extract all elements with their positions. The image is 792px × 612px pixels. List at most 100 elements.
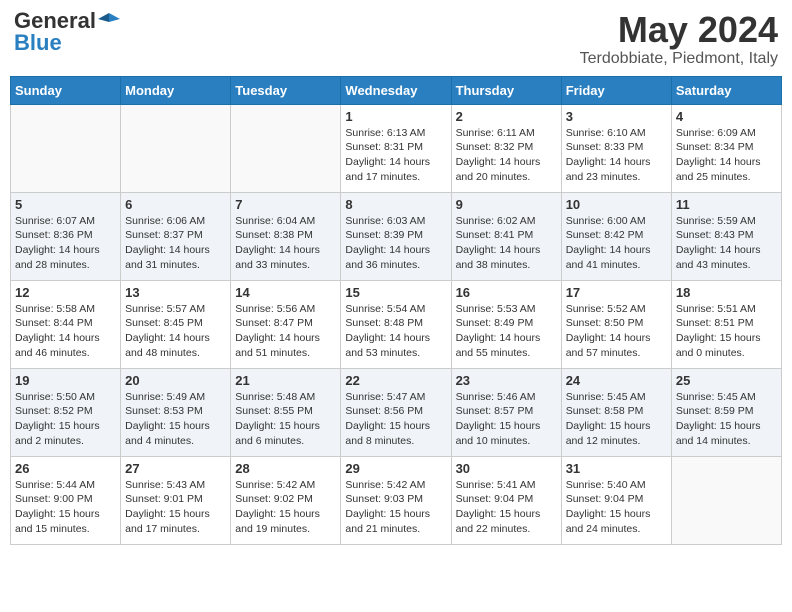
cell-info: Sunrise: 6:04 AM Sunset: 8:38 PM Dayligh… xyxy=(235,214,336,273)
weekday-header: Sunday xyxy=(11,76,121,104)
calendar-cell: 28Sunrise: 5:42 AM Sunset: 9:02 PM Dayli… xyxy=(231,456,341,544)
calendar-cell: 31Sunrise: 5:40 AM Sunset: 9:04 PM Dayli… xyxy=(561,456,671,544)
calendar-cell: 15Sunrise: 5:54 AM Sunset: 8:48 PM Dayli… xyxy=(341,280,451,368)
cell-info: Sunrise: 5:41 AM Sunset: 9:04 PM Dayligh… xyxy=(456,478,557,537)
calendar-week-row: 5Sunrise: 6:07 AM Sunset: 8:36 PM Daylig… xyxy=(11,192,782,280)
cell-info: Sunrise: 5:57 AM Sunset: 8:45 PM Dayligh… xyxy=(125,302,226,361)
page-header: General Blue May 2024 Terdobbiate, Piedm… xyxy=(10,10,782,68)
cell-info: Sunrise: 5:44 AM Sunset: 9:00 PM Dayligh… xyxy=(15,478,116,537)
calendar-cell xyxy=(671,456,781,544)
cell-info: Sunrise: 5:56 AM Sunset: 8:47 PM Dayligh… xyxy=(235,302,336,361)
cell-info: Sunrise: 5:42 AM Sunset: 9:02 PM Dayligh… xyxy=(235,478,336,537)
day-number: 9 xyxy=(456,197,557,212)
day-number: 12 xyxy=(15,285,116,300)
day-number: 4 xyxy=(676,109,777,124)
day-number: 16 xyxy=(456,285,557,300)
calendar-week-row: 1 Sunrise: 6:13 AM Sunset: 8:31 PM Daylig… xyxy=(11,104,782,192)
cell-info: Sunrise: 6:06 AM Sunset: 8:37 PM Dayligh… xyxy=(125,214,226,273)
calendar-cell: 21 Sunrise: 5:48 AM Sunset: 8:55 PM Dayli… xyxy=(231,368,341,456)
cell-info: Sunrise: 5:49 AM Sunset: 8:53 PM Dayligh… xyxy=(125,390,226,449)
cell-info: Sunrise: 6:00 AM Sunset: 8:42 PM Dayligh… xyxy=(566,214,667,273)
calendar-cell: 22Sunrise: 5:47 AM Sunset: 8:56 PM Dayli… xyxy=(341,368,451,456)
calendar-cell: 23Sunrise: 5:46 AM Sunset: 8:57 PM Dayli… xyxy=(451,368,561,456)
calendar-cell: 27 Sunrise: 5:43 AM Sunset: 9:01 PM Dayli… xyxy=(121,456,231,544)
cell-info: Sunrise: 6:07 AM Sunset: 8:36 PM Dayligh… xyxy=(15,214,116,273)
calendar-cell: 11 Sunrise: 5:59 AM Sunset: 8:43 PM Dayli… xyxy=(671,192,781,280)
cell-info: Sunrise: 6:03 AM Sunset: 8:39 PM Dayligh… xyxy=(345,214,446,273)
day-number: 22 xyxy=(345,373,446,388)
cell-info: Sunrise: 5:48 AM Sunset: 8:55 PM Dayligh… xyxy=(235,390,336,449)
calendar-cell: 1 Sunrise: 6:13 AM Sunset: 8:31 PM Daylig… xyxy=(341,104,451,192)
calendar-cell: 25 Sunrise: 5:45 AM Sunset: 8:59 PM Dayli… xyxy=(671,368,781,456)
calendar-cell: 20 Sunrise: 5:49 AM Sunset: 8:53 PM Dayli… xyxy=(121,368,231,456)
calendar-cell: 3 Sunrise: 6:10 AM Sunset: 8:33 PM Daylig… xyxy=(561,104,671,192)
calendar-cell: 14 Sunrise: 5:56 AM Sunset: 8:47 PM Dayli… xyxy=(231,280,341,368)
day-number: 18 xyxy=(676,285,777,300)
cell-info: Sunrise: 6:09 AM Sunset: 8:34 PM Dayligh… xyxy=(676,126,777,185)
day-number: 14 xyxy=(235,285,336,300)
day-number: 26 xyxy=(15,461,116,476)
logo: General Blue xyxy=(14,10,120,54)
cell-info: Sunrise: 6:10 AM Sunset: 8:33 PM Dayligh… xyxy=(566,126,667,185)
calendar-cell: 26 Sunrise: 5:44 AM Sunset: 9:00 PM Dayli… xyxy=(11,456,121,544)
calendar-cell: 4 Sunrise: 6:09 AM Sunset: 8:34 PM Daylig… xyxy=(671,104,781,192)
cell-info: Sunrise: 5:40 AM Sunset: 9:04 PM Dayligh… xyxy=(566,478,667,537)
day-number: 21 xyxy=(235,373,336,388)
cell-info: Sunrise: 6:13 AM Sunset: 8:31 PM Dayligh… xyxy=(345,126,446,185)
day-number: 25 xyxy=(676,373,777,388)
day-number: 13 xyxy=(125,285,226,300)
weekday-header: Friday xyxy=(561,76,671,104)
calendar-week-row: 19Sunrise: 5:50 AM Sunset: 8:52 PM Dayli… xyxy=(11,368,782,456)
day-number: 11 xyxy=(676,197,777,212)
logo-blue-text: Blue xyxy=(14,32,62,54)
calendar-cell: 9 Sunrise: 6:02 AM Sunset: 8:41 PM Daylig… xyxy=(451,192,561,280)
weekday-header: Monday xyxy=(121,76,231,104)
calendar-cell: 19Sunrise: 5:50 AM Sunset: 8:52 PM Dayli… xyxy=(11,368,121,456)
cell-info: Sunrise: 5:46 AM Sunset: 8:57 PM Dayligh… xyxy=(456,390,557,449)
calendar-cell: 30 Sunrise: 5:41 AM Sunset: 9:04 PM Dayli… xyxy=(451,456,561,544)
cell-info: Sunrise: 5:45 AM Sunset: 8:58 PM Dayligh… xyxy=(566,390,667,449)
calendar-cell: 13 Sunrise: 5:57 AM Sunset: 8:45 PM Dayli… xyxy=(121,280,231,368)
calendar-cell: 17Sunrise: 5:52 AM Sunset: 8:50 PM Dayli… xyxy=(561,280,671,368)
cell-info: Sunrise: 5:54 AM Sunset: 8:48 PM Dayligh… xyxy=(345,302,446,361)
cell-info: Sunrise: 6:11 AM Sunset: 8:32 PM Dayligh… xyxy=(456,126,557,185)
logo-bird-icon xyxy=(98,9,120,31)
calendar-cell: 24 Sunrise: 5:45 AM Sunset: 8:58 PM Dayli… xyxy=(561,368,671,456)
day-number: 6 xyxy=(125,197,226,212)
day-number: 1 xyxy=(345,109,446,124)
day-number: 10 xyxy=(566,197,667,212)
cell-info: Sunrise: 5:51 AM Sunset: 8:51 PM Dayligh… xyxy=(676,302,777,361)
calendar-week-row: 26 Sunrise: 5:44 AM Sunset: 9:00 PM Dayli… xyxy=(11,456,782,544)
calendar-cell: 6 Sunrise: 6:06 AM Sunset: 8:37 PM Daylig… xyxy=(121,192,231,280)
cell-info: Sunrise: 5:58 AM Sunset: 8:44 PM Dayligh… xyxy=(15,302,116,361)
calendar-cell: 16Sunrise: 5:53 AM Sunset: 8:49 PM Dayli… xyxy=(451,280,561,368)
weekday-header: Tuesday xyxy=(231,76,341,104)
day-number: 30 xyxy=(456,461,557,476)
weekday-header: Wednesday xyxy=(341,76,451,104)
day-number: 3 xyxy=(566,109,667,124)
month-year-title: May 2024 xyxy=(580,10,778,50)
day-number: 7 xyxy=(235,197,336,212)
day-number: 8 xyxy=(345,197,446,212)
cell-info: Sunrise: 5:45 AM Sunset: 8:59 PM Dayligh… xyxy=(676,390,777,449)
calendar-header-row: SundayMondayTuesdayWednesdayThursdayFrid… xyxy=(11,76,782,104)
calendar-week-row: 12 Sunrise: 5:58 AM Sunset: 8:44 PM Dayli… xyxy=(11,280,782,368)
calendar-cell: 12 Sunrise: 5:58 AM Sunset: 8:44 PM Dayli… xyxy=(11,280,121,368)
cell-info: Sunrise: 5:50 AM Sunset: 8:52 PM Dayligh… xyxy=(15,390,116,449)
cell-info: Sunrise: 5:59 AM Sunset: 8:43 PM Dayligh… xyxy=(676,214,777,273)
calendar-cell: 5Sunrise: 6:07 AM Sunset: 8:36 PM Daylig… xyxy=(11,192,121,280)
calendar-cell xyxy=(121,104,231,192)
day-number: 17 xyxy=(566,285,667,300)
calendar-cell: 8 Sunrise: 6:03 AM Sunset: 8:39 PM Daylig… xyxy=(341,192,451,280)
cell-info: Sunrise: 5:43 AM Sunset: 9:01 PM Dayligh… xyxy=(125,478,226,537)
calendar-cell xyxy=(11,104,121,192)
calendar-cell: 18 Sunrise: 5:51 AM Sunset: 8:51 PM Dayli… xyxy=(671,280,781,368)
cell-info: Sunrise: 5:42 AM Sunset: 9:03 PM Dayligh… xyxy=(345,478,446,537)
calendar-cell: 10 Sunrise: 6:00 AM Sunset: 8:42 PM Dayli… xyxy=(561,192,671,280)
day-number: 27 xyxy=(125,461,226,476)
day-number: 20 xyxy=(125,373,226,388)
location-subtitle: Terdobbiate, Piedmont, Italy xyxy=(580,50,778,68)
day-number: 24 xyxy=(566,373,667,388)
cell-info: Sunrise: 6:02 AM Sunset: 8:41 PM Dayligh… xyxy=(456,214,557,273)
calendar-cell: 29Sunrise: 5:42 AM Sunset: 9:03 PM Dayli… xyxy=(341,456,451,544)
